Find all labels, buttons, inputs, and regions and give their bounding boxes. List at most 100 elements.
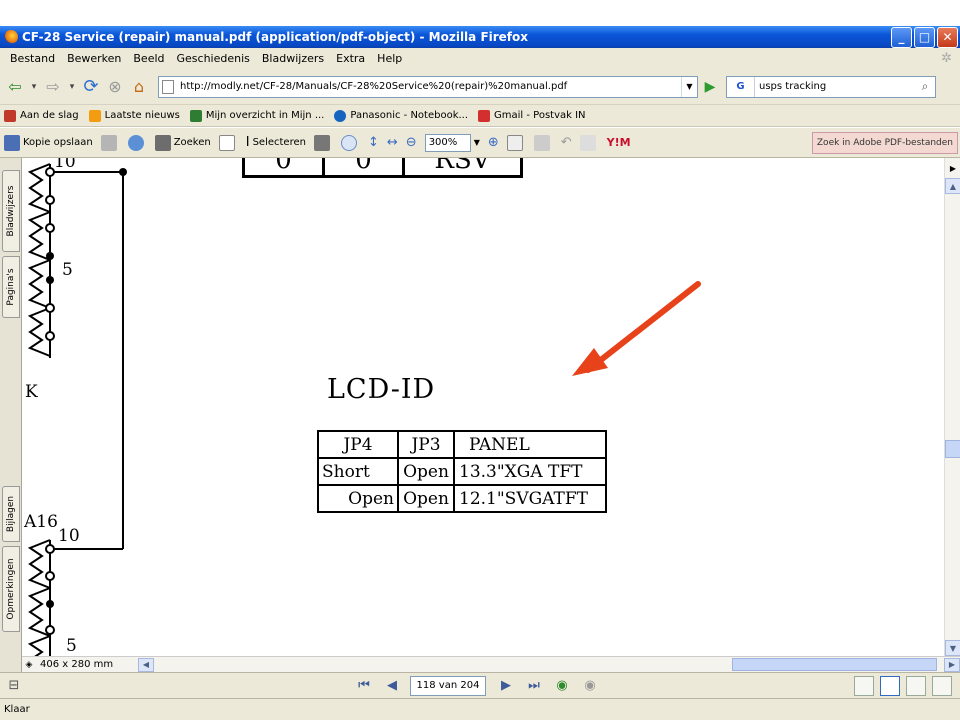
menu-bestand[interactable]: Bestand <box>4 52 61 65</box>
continuous-view-icon[interactable] <box>880 675 900 696</box>
zoom-field[interactable]: 300% ▼ <box>424 133 480 152</box>
email-button[interactable] <box>127 134 147 151</box>
hand-tool-button[interactable] <box>218 134 238 151</box>
label-5-top: 5 <box>62 260 73 280</box>
zoom-in-tool-button[interactable] <box>340 134 360 151</box>
vertical-scrollbar[interactable]: ▶ ▲ ▼ <box>944 158 960 656</box>
undo-button[interactable]: ↶ <box>561 135 572 150</box>
top-table-partial: 0 0 RSV <box>242 158 523 178</box>
expand-icon[interactable]: ⊟ <box>4 676 24 696</box>
save-copy-label: Kopie opslaan <box>23 137 93 148</box>
bookmark-aan-de-slag[interactable]: Aan de slag <box>4 109 79 122</box>
menu-bewerken[interactable]: Bewerken <box>61 52 127 65</box>
back-history-dropdown-icon[interactable]: ▾ <box>28 76 40 98</box>
adobe-pdf-search-button[interactable]: Zoek in Adobe PDF-bestanden <box>811 131 958 154</box>
home-icon[interactable]: ⌂ <box>128 76 150 98</box>
scroll-right-icon[interactable]: ▶ <box>944 657 960 672</box>
cell-jp3: Open <box>397 457 455 486</box>
tab-bijlagen[interactable]: Bijlagen <box>2 486 20 542</box>
resistor-network-top <box>27 163 51 358</box>
page-size-label: 406 x 280 mm <box>40 659 114 670</box>
zoom-dropdown-icon[interactable]: ▼ <box>474 138 480 147</box>
bookmark-panasonic[interactable]: Panasonic - Notebook... <box>334 109 468 122</box>
continuous-facing-view-icon[interactable] <box>932 675 952 696</box>
horizontal-scrollbar[interactable]: ◈ 406 x 280 mm ◀ ▶ <box>22 656 960 672</box>
horizontal-scroll-thumb[interactable] <box>732 658 937 671</box>
table-cell: RSV <box>402 158 523 178</box>
next-page-icon[interactable]: ▶ <box>496 676 516 696</box>
header-jp3: JP3 <box>397 430 455 459</box>
tab-paginas[interactable]: Pagina's <box>2 256 20 318</box>
next-view-icon[interactable]: ◉ <box>580 676 600 696</box>
menu-extra[interactable]: Extra <box>330 52 371 65</box>
search-input[interactable]: usps tracking <box>755 81 915 92</box>
copy-button[interactable] <box>579 134 599 151</box>
url-dropdown-icon[interactable]: ▼ <box>681 76 697 97</box>
stop-icon[interactable]: ⊗ <box>104 76 126 98</box>
label-10-bottom: 10 <box>58 526 80 546</box>
minimize-button[interactable]: _ <box>891 26 912 48</box>
sign-icon <box>533 134 550 151</box>
tab-bladwijzers[interactable]: Bladwijzers <box>2 170 20 252</box>
select-tool-button[interactable]: I Selecteren <box>246 135 306 150</box>
snapshot-button[interactable] <box>313 134 333 151</box>
print-icon <box>100 134 117 151</box>
scroll-thumb[interactable] <box>945 440 960 458</box>
cell-jp4: Open <box>317 484 399 513</box>
search-button[interactable]: Zoeken <box>154 134 211 151</box>
menu-beeld[interactable]: Beeld <box>127 52 170 65</box>
bookmark-icon <box>4 109 16 122</box>
scroll-left-icon[interactable]: ◀ <box>138 657 154 672</box>
url-text[interactable]: http://modly.net/CF-28/Manuals/CF-28%20S… <box>180 81 681 92</box>
bookmark-gmail[interactable]: Gmail - Postvak IN <box>478 109 586 122</box>
fit-height-button[interactable]: ↕ <box>368 135 379 150</box>
sign-button[interactable] <box>533 134 553 151</box>
address-bar[interactable]: http://modly.net/CF-28/Manuals/CF-28%20S… <box>158 75 698 98</box>
menu-help[interactable]: Help <box>371 52 408 65</box>
split-icon[interactable]: ◈ <box>22 660 36 670</box>
search-icon[interactable]: ⌕ <box>915 79 935 94</box>
scroll-down-icon[interactable]: ▼ <box>945 640 960 656</box>
maximize-button[interactable]: □ <box>914 26 935 48</box>
label-a16: A16 <box>24 512 58 532</box>
first-page-icon[interactable]: ⏮ <box>354 676 374 696</box>
forward-arrow-icon[interactable]: ⇨ <box>42 76 64 98</box>
label-5-bottom: 5 <box>66 636 77 656</box>
bookmark-mijn-overzicht[interactable]: Mijn overzicht in Mijn ... <box>189 109 324 122</box>
close-button[interactable]: ✕ <box>937 26 958 48</box>
zoom-in-button[interactable]: ⊕ <box>488 135 499 150</box>
back-arrow-icon[interactable]: ⇦ <box>4 76 26 98</box>
page-number-input[interactable]: 118 van 204 <box>410 675 486 696</box>
facing-view-icon[interactable] <box>906 675 926 696</box>
pages-button[interactable] <box>506 134 526 151</box>
label-10-top: 10 <box>54 158 76 172</box>
tab-label: Bijlagen <box>6 495 16 533</box>
previous-view-icon[interactable]: ◉ <box>552 676 572 696</box>
scroll-up-icon[interactable]: ▲ <box>945 178 960 194</box>
search-bar[interactable]: G usps tracking ⌕ <box>726 75 936 98</box>
pane-toggle-icon[interactable]: ▶ <box>945 160 960 176</box>
zoom-out-button[interactable]: ⊖ <box>406 135 417 150</box>
last-page-icon[interactable]: ⏭ <box>524 676 544 696</box>
tab-opmerkingen[interactable]: Opmerkingen <box>2 546 20 632</box>
red-arrow-annotation <box>572 281 701 376</box>
menu-bladwijzers[interactable]: Bladwijzers <box>256 52 330 65</box>
table-row: 0 0 RSV <box>242 158 523 178</box>
table-cell: 0 <box>322 158 405 178</box>
print-button[interactable] <box>100 134 120 151</box>
zoom-input[interactable]: 300% <box>424 133 471 152</box>
fit-width-button[interactable]: ↔ <box>387 135 398 150</box>
save-copy-button[interactable]: Kopie opslaan <box>4 134 93 151</box>
go-button[interactable]: ▶ <box>700 76 720 98</box>
search-engine-selector[interactable]: G <box>727 76 755 97</box>
bookmark-laatste-nieuws[interactable]: Laatste nieuws <box>88 109 180 122</box>
previous-page-icon[interactable]: ◀ <box>382 676 402 696</box>
single-page-view-icon[interactable] <box>854 675 874 696</box>
pdf-document-view[interactable]: 10 5 K A16 10 5 0 0 RSV LCD-ID JP4 JP3 P… <box>22 158 944 656</box>
yahoo-messenger-icon[interactable]: Y!M <box>607 136 631 149</box>
menu-geschiedenis[interactable]: Geschiedenis <box>171 52 256 65</box>
fit-width-icon: ↔ <box>386 135 398 150</box>
forward-history-dropdown-icon[interactable]: ▾ <box>66 76 78 98</box>
lcd-id-heading: LCD-ID <box>327 374 436 405</box>
reload-icon[interactable]: ⟳ <box>80 76 102 98</box>
